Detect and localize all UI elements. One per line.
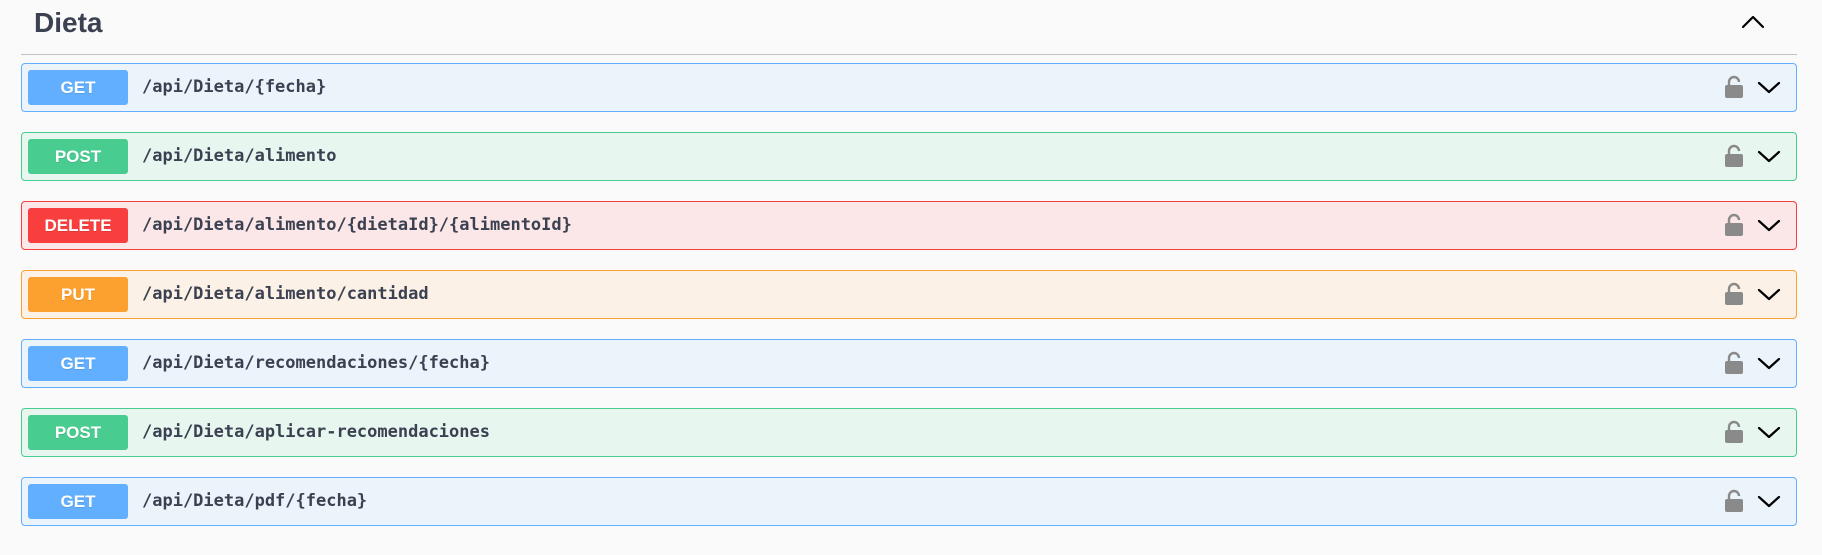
chevron-down-icon[interactable] (1756, 285, 1782, 303)
method-badge: GET (28, 346, 128, 381)
operation-row[interactable]: DELETE /api/Dieta/alimento/{dietaId}/{al… (21, 201, 1797, 250)
method-badge: PUT (28, 277, 128, 312)
operation-path: /api/Dieta/alimento (142, 146, 337, 166)
operation-row[interactable]: GET /api/Dieta/recomendaciones/{fecha} (21, 339, 1797, 388)
operation-row[interactable]: POST /api/Dieta/aplicar-recomendaciones (21, 408, 1797, 457)
method-badge: GET (28, 484, 128, 519)
operation-path: /api/Dieta/pdf/{fecha} (142, 491, 368, 511)
chevron-down-icon[interactable] (1756, 354, 1782, 372)
lock-icon[interactable] (1724, 144, 1744, 168)
chevron-down-icon[interactable] (1756, 78, 1782, 96)
chevron-down-icon[interactable] (1756, 423, 1782, 441)
operations-list: GET /api/Dieta/{fecha} POST /api/Dieta/a… (21, 63, 1797, 546)
operation-row[interactable]: GET /api/Dieta/{fecha} (21, 63, 1797, 112)
method-badge: POST (28, 415, 128, 450)
api-section-dieta: Dieta GET /api/Dieta/{fecha} POST /api/D… (0, 0, 1822, 555)
lock-icon[interactable] (1724, 351, 1744, 375)
section-header[interactable]: Dieta (21, 0, 1797, 55)
section-title: Dieta (34, 7, 103, 38)
method-badge: POST (28, 139, 128, 174)
method-badge: GET (28, 70, 128, 105)
operation-path: /api/Dieta/alimento/cantidad (142, 284, 429, 304)
operation-row[interactable]: GET /api/Dieta/pdf/{fecha} (21, 477, 1797, 526)
operation-row[interactable]: PUT /api/Dieta/alimento/cantidad (21, 270, 1797, 319)
lock-icon[interactable] (1724, 282, 1744, 306)
operation-row[interactable]: POST /api/Dieta/alimento (21, 132, 1797, 181)
operation-path: /api/Dieta/aplicar-recomendaciones (142, 422, 490, 442)
lock-icon[interactable] (1724, 489, 1744, 513)
operation-path: /api/Dieta/{fecha} (142, 77, 327, 97)
lock-icon[interactable] (1724, 213, 1744, 237)
chevron-down-icon[interactable] (1756, 216, 1782, 234)
chevron-down-icon[interactable] (1756, 492, 1782, 510)
method-badge: DELETE (28, 208, 128, 243)
operation-path: /api/Dieta/recomendaciones/{fecha} (142, 353, 490, 373)
lock-icon[interactable] (1724, 75, 1744, 99)
chevron-down-icon[interactable] (1756, 147, 1782, 165)
lock-icon[interactable] (1724, 420, 1744, 444)
chevron-up-icon[interactable] (1739, 12, 1767, 32)
operation-path: /api/Dieta/alimento/{dietaId}/{alimentoI… (142, 215, 572, 235)
